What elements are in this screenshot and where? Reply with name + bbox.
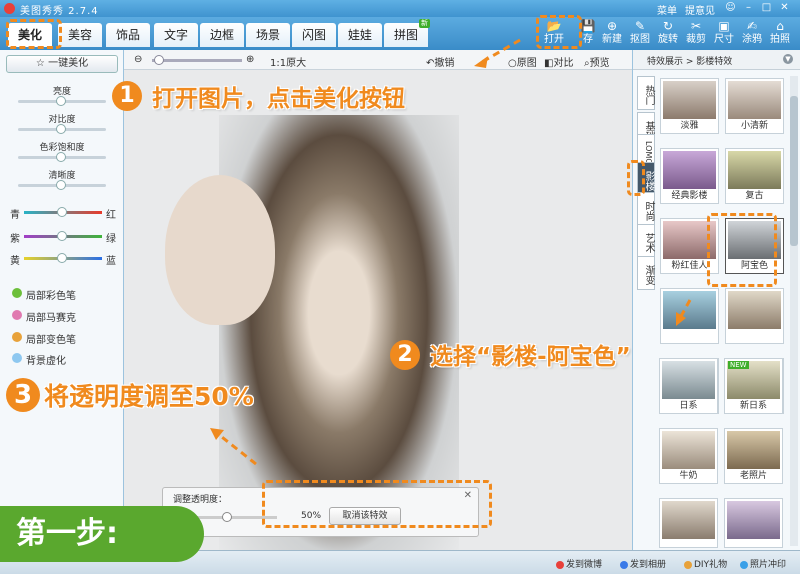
arrow-to-effect (678, 299, 692, 319)
app-window: 美图秀秀 2.7.4 菜单 提意见 ☺ – □ ✕ 美化 美容 饰品 文字 边框… (0, 0, 800, 574)
step-badge: 第一步: (0, 506, 204, 562)
arrow-to-opacity (217, 432, 257, 466)
arrow-to-open (481, 38, 521, 64)
arrow-overlay (210, 38, 692, 466)
arrowhead (474, 56, 488, 68)
